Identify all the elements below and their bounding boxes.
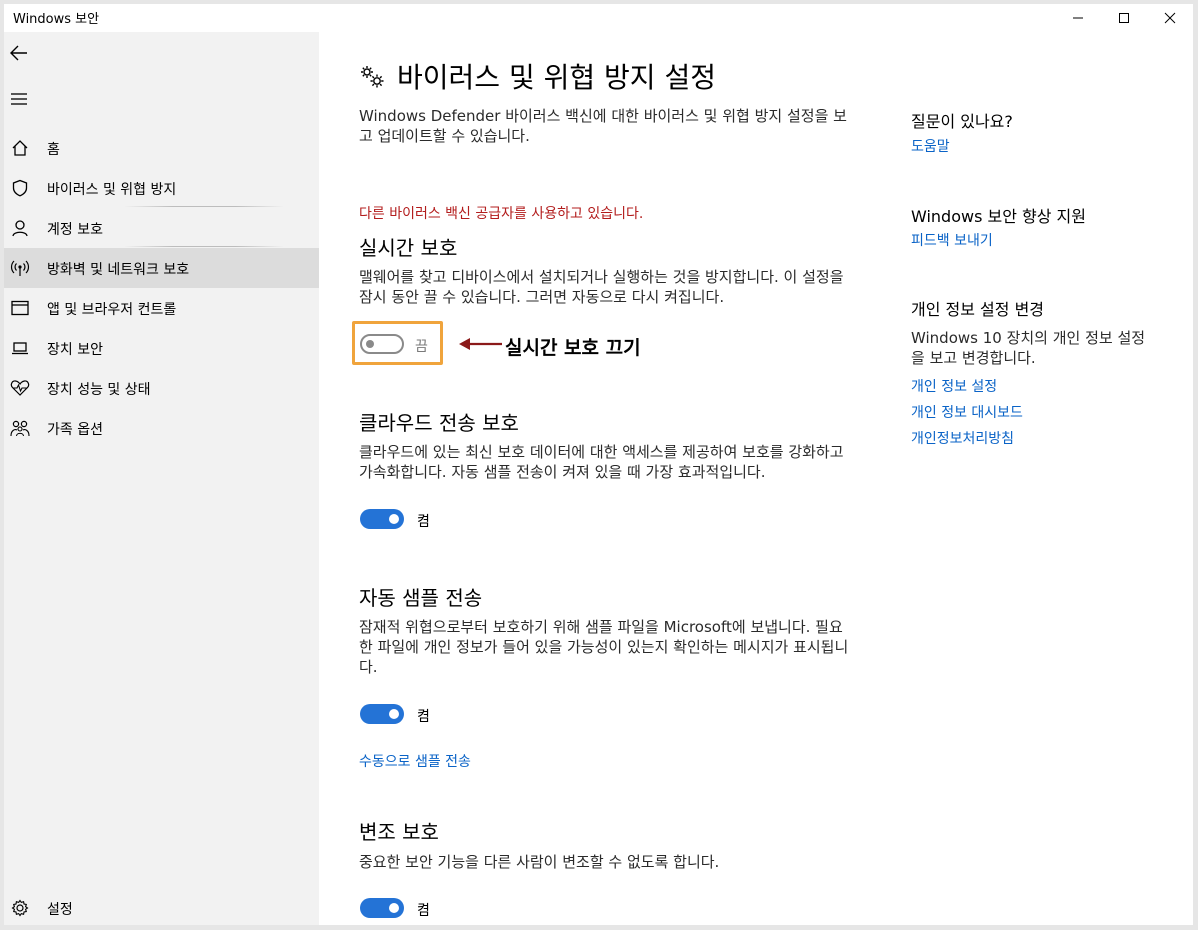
privacy-policy-link[interactable]: 개인정보처리방침: [911, 428, 1014, 448]
help-title: 질문이 있나요?: [911, 112, 1013, 131]
feedback-link[interactable]: 피드백 보내기: [911, 230, 993, 250]
sidebar-item-label: 장치 보안: [47, 342, 103, 358]
sidebar-item-label: 앱 및 브라우저 컨트롤: [47, 302, 177, 318]
sidebar-item-label: 가족 옵션: [47, 422, 103, 438]
sidebar-item-label: 홈: [47, 142, 60, 158]
maximize-button[interactable]: [1101, 4, 1147, 32]
app-title: Windows 보안: [13, 12, 100, 27]
arrow-left-icon: [459, 338, 502, 350]
sidebar-item-label: 바이러스 및 위협 방지: [47, 182, 177, 198]
sidebar-item-home[interactable]: 홈: [4, 128, 319, 168]
close-icon: [1164, 12, 1176, 24]
home-icon: [10, 138, 30, 158]
heart-pulse-icon: [10, 378, 30, 398]
intro-text: Windows Defender 바이러스 백신에 대한 바이러스 및 위협 방…: [359, 107, 847, 145]
sidebar-item-family-options[interactable]: 가족 옵션: [4, 408, 319, 448]
sidebar: 홈 바이러스 및 위협 방지 계정 보호 방화벽 및 네트워크 보호 앱 및 브…: [4, 32, 319, 925]
family-icon: [10, 418, 30, 438]
realtime-state: 끔: [415, 339, 428, 355]
laptop-icon: [10, 338, 30, 358]
warning-text: 다른 바이러스 백신 공급자를 사용하고 있습니다.: [359, 206, 644, 222]
tamper-desc: 중요한 보안 기능을 다른 사람이 변조할 수 없도록 합니다.: [359, 853, 720, 871]
sidebar-item-settings[interactable]: 설정: [4, 888, 319, 925]
app-window: Windows 보안 홈 바이러스 및 위협 방지 계정 보호 방화벽 및 네트…: [4, 4, 1193, 925]
help-link[interactable]: 도움말: [911, 136, 950, 156]
privacy-title: 개인 정보 설정 변경: [911, 300, 1045, 319]
wireless-icon: [10, 258, 30, 278]
back-button[interactable]: [8, 42, 30, 64]
sidebar-item-label: 계정 보호: [47, 222, 103, 238]
main-content: 바이러스 및 위협 방지 설정 Windows Defender 바이러스 백신…: [319, 32, 1193, 925]
tamper-state: 켬: [417, 903, 430, 919]
cloud-desc: 클라우드에 있는 최신 보호 데이터에 대한 액세스를 제공하여 보호를 강화하…: [359, 443, 844, 481]
browser-window-icon: [10, 298, 30, 318]
menu-button[interactable]: [8, 88, 30, 110]
sample-state: 켬: [417, 709, 430, 725]
sidebar-item-firewall[interactable]: 방화벽 및 네트워크 보호: [4, 248, 319, 288]
back-arrow-icon: [10, 45, 27, 61]
sample-title: 자동 샘플 전송: [359, 586, 483, 610]
realtime-toggle[interactable]: [360, 334, 404, 354]
sample-toggle[interactable]: [360, 704, 404, 724]
improve-title: Windows 보안 향상 지원: [911, 207, 1086, 226]
close-button[interactable]: [1147, 4, 1193, 32]
sidebar-item-label: 방화벽 및 네트워크 보호: [47, 262, 190, 278]
sidebar-item-device-security[interactable]: 장치 보안: [4, 328, 319, 368]
sidebar-item-account-protection[interactable]: 계정 보호: [4, 208, 319, 248]
privacy-settings-link[interactable]: 개인 정보 설정: [911, 376, 997, 396]
cloud-state: 켬: [417, 514, 430, 530]
sidebar-item-app-browser[interactable]: 앱 및 브라우저 컨트롤: [4, 288, 319, 328]
page-title-text: 바이러스 및 위협 방지 설정: [397, 61, 716, 94]
page-title: 바이러스 및 위협 방지 설정: [359, 56, 716, 96]
minimize-icon: [1073, 17, 1083, 19]
manual-sample-link[interactable]: 수동으로 샘플 전송: [359, 751, 471, 771]
sample-desc: 잠재적 위협으로부터 보호하기 위해 샘플 파일을 Microsoft에 보냅니…: [359, 618, 849, 676]
shield-icon: [10, 178, 30, 198]
sidebar-item-label: 장치 성능 및 상태: [47, 382, 151, 398]
realtime-desc: 맬웨어를 찾고 디바이스에서 설치되거나 실행하는 것을 방지합니다. 이 설정…: [359, 268, 844, 306]
cloud-toggle[interactable]: [360, 509, 404, 529]
person-icon: [10, 218, 30, 238]
tamper-title: 변조 보호: [359, 820, 439, 844]
sidebar-item-device-performance[interactable]: 장치 성능 및 상태: [4, 368, 319, 408]
privacy-desc: Windows 10 장치의 개인 정보 설정을 보고 변경합니다.: [911, 329, 1146, 367]
privacy-dashboard-link[interactable]: 개인 정보 대시보드: [911, 402, 1023, 422]
minimize-button[interactable]: [1055, 4, 1101, 32]
annotation-label: 실시간 보호 끄기: [505, 337, 641, 359]
title-bar: Windows 보안: [4, 4, 1193, 32]
gear-icon: [10, 898, 30, 918]
sidebar-item-virus-protection[interactable]: 바이러스 및 위협 방지: [4, 168, 319, 208]
hamburger-icon: [11, 93, 27, 105]
maximize-icon: [1119, 13, 1129, 23]
sidebar-item-label: 설정: [47, 902, 73, 918]
gears-icon: [361, 66, 384, 88]
realtime-title: 실시간 보호: [359, 236, 458, 260]
divider: [124, 206, 284, 207]
cloud-title: 클라우드 전송 보호: [359, 411, 519, 435]
tamper-toggle[interactable]: [360, 898, 404, 918]
divider: [124, 246, 284, 247]
